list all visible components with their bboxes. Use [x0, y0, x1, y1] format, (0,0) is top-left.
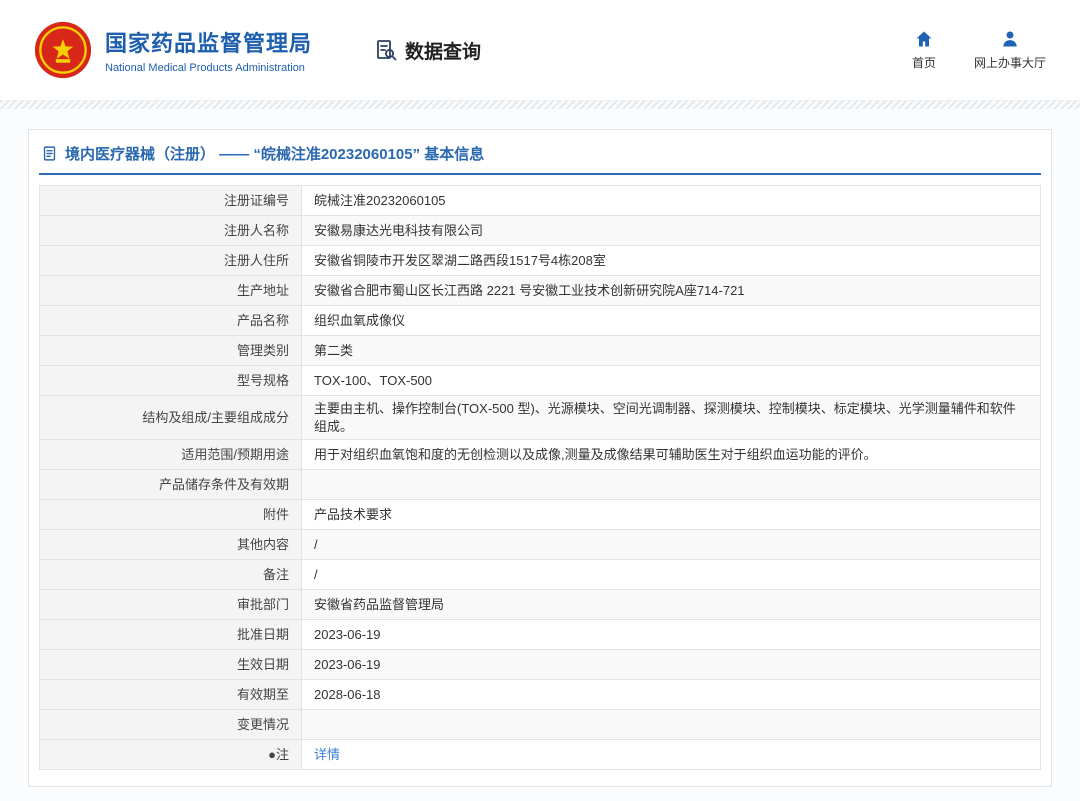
row-value: 第二类: [301, 335, 1041, 366]
row-value: 2028-06-18: [301, 679, 1041, 711]
brand-text: 国家药品监督管理局 National Medical Products Admi…: [105, 26, 312, 74]
table-row: 其他内容 /: [39, 529, 1041, 561]
document-search-icon: [377, 40, 397, 61]
table-row: 注册人住所 安徽省铜陵市开发区翠湖二路西段1517号4栋208室: [39, 245, 1041, 276]
row-label: 生产地址: [39, 275, 302, 306]
info-table-body: 注册证编号 皖械注准20232060105 注册人名称 安徽易康达光电科技有限公司 注册…: [39, 185, 1041, 771]
table-row: 备注 /: [39, 559, 1041, 591]
row-label: 注册证编号: [39, 185, 302, 216]
row-label: 备注: [39, 559, 302, 591]
detail-link[interactable]: 详情: [314, 747, 340, 762]
org-name-cn: 国家药品监督管理局: [105, 31, 313, 56]
info-table: 注册证编号 皖械注准20232060105 注册人名称 安徽易康达光电科技有限公司 注册…: [39, 185, 1041, 771]
user-icon: [1003, 31, 1017, 47]
row-label: 审批部门: [39, 589, 302, 621]
national-emblem-logo: [34, 21, 92, 79]
row-label: 适用范围/预期用途: [39, 439, 302, 471]
row-value: 用于对组织血氧饱和度的无创检测以及成像,测量及成像结果可辅助医生对于组织血运功能…: [301, 439, 1041, 471]
table-row: 产品名称 组织血氧成像仪: [39, 305, 1041, 336]
table-row: 注册人名称 安徽易康达光电科技有限公司: [39, 215, 1041, 246]
row-label: 产品名称: [39, 305, 302, 336]
main-content: 境内医疗器械（注册） —— “皖械注准20232060105” 基本信息 注册证…: [0, 109, 1080, 801]
org-name-en: National Medical Products Administration: [105, 62, 305, 74]
nav-item-service-hall[interactable]: 网上办事大厅: [974, 29, 1046, 71]
table-row: 注册证编号 皖械注准20232060105: [39, 185, 1041, 216]
table-row: 适用范围/预期用途 用于对组织血氧饱和度的无创检测以及成像,测量及成像结果可辅助医…: [39, 439, 1041, 471]
table-row: 变更情况: [39, 709, 1041, 741]
row-value: 2023-06-19: [301, 649, 1041, 681]
row-label: 附件: [39, 499, 302, 531]
row-label: 管理类别: [39, 335, 302, 366]
row-label: 其他内容: [39, 529, 302, 561]
row-label: 注册人住所: [39, 245, 302, 276]
row-value: TOX-100、TOX-500: [301, 365, 1041, 396]
table-row: 生产地址 安徽省合肥市蜀山区长江西路 2221 号安徽工业技术创新研究院A座714…: [39, 275, 1041, 306]
table-row: 附件 产品技术要求: [39, 499, 1041, 531]
row-value: 主要由主机、操作控制台(TOX-500 型)、光源模块、空间光调制器、探测模块、…: [301, 394, 1041, 441]
nav-home-label: 首页: [911, 56, 936, 70]
brand[interactable]: 国家药品监督管理局 National Medical Products Admi…: [34, 21, 312, 79]
row-value: 皖械注准20232060105: [301, 185, 1041, 216]
row-label: 产品储存条件及有效期: [39, 469, 302, 501]
table-row: 生效日期 2023-06-19: [39, 649, 1041, 681]
row-value: 2023-06-19: [301, 619, 1041, 651]
row-label: 批准日期: [39, 619, 302, 651]
info-panel: 境内医疗器械（注册） —— “皖械注准20232060105” 基本信息 注册证…: [28, 129, 1052, 788]
row-value: /: [301, 529, 1041, 561]
table-row: 型号规格 TOX-100、TOX-500: [39, 365, 1041, 396]
row-value: 安徽省铜陵市开发区翠湖二路西段1517号4栋208室: [301, 245, 1041, 276]
row-value: 产品技术要求: [301, 499, 1041, 531]
nav-item-home[interactable]: 首页: [912, 29, 936, 71]
nav-service-hall-label: 网上办事大厅: [973, 56, 1046, 70]
document-icon: [43, 146, 56, 161]
table-row: 管理类别 第二类: [39, 335, 1041, 366]
header-nav: 首页 网上办事大厅: [912, 29, 1046, 71]
row-label: 变更情况: [39, 709, 302, 741]
row-label: 生效日期: [39, 649, 302, 681]
table-row: ●注 详情: [39, 739, 1041, 771]
row-value: 安徽易康达光电科技有限公司: [301, 215, 1041, 246]
data-query-label: 数据查询: [405, 41, 482, 63]
table-row: 审批部门 安徽省药品监督管理局: [39, 589, 1041, 621]
data-query-title: 数据查询: [374, 37, 481, 64]
row-value: 详情: [301, 739, 1041, 771]
home-icon: [916, 31, 932, 47]
table-row: 批准日期 2023-06-19: [39, 619, 1041, 651]
site-header: 国家药品监督管理局 National Medical Products Admi…: [0, 0, 1080, 100]
row-value: /: [301, 559, 1041, 591]
row-label: ●注: [39, 739, 302, 771]
table-row: 产品储存条件及有效期: [39, 469, 1041, 501]
row-label: 型号规格: [39, 365, 302, 396]
page-title: 境内医疗器械（注册） —— “皖械注准20232060105” 基本信息: [65, 146, 485, 163]
row-value: [301, 469, 1041, 501]
table-row: 结构及组成/主要组成成分 主要由主机、操作控制台(TOX-500 型)、光源模块、…: [39, 394, 1041, 441]
panel-title: 境内医疗器械（注册） —— “皖械注准20232060105” 基本信息: [39, 140, 1041, 175]
row-value: [301, 709, 1041, 741]
hatched-divider: [0, 100, 1080, 109]
row-value: 组织血氧成像仪: [301, 305, 1041, 336]
row-label: 注册人名称: [39, 215, 302, 246]
table-row: 有效期至 2028-06-18: [39, 679, 1041, 711]
row-label: 结构及组成/主要组成成分: [39, 394, 302, 441]
row-label: 有效期至: [39, 679, 302, 711]
row-value: 安徽省合肥市蜀山区长江西路 2221 号安徽工业技术创新研究院A座714-721: [301, 275, 1041, 306]
row-value: 安徽省药品监督管理局: [301, 589, 1041, 621]
